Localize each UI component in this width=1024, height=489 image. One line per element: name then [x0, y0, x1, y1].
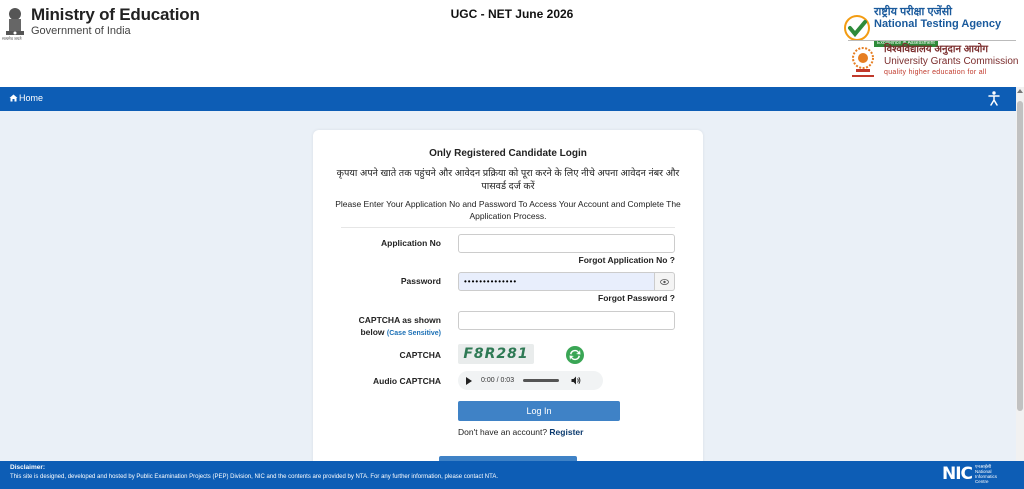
captcha-input-label-line1: CAPTCHA as shown	[358, 315, 441, 325]
audio-captcha-player[interactable]: 0:00 / 0:03	[458, 371, 603, 390]
nav-home-label: Home	[19, 93, 44, 103]
captcha-input-label-line2: below	[360, 327, 385, 337]
home-icon	[9, 94, 18, 102]
application-no-input[interactable]	[458, 234, 675, 253]
scroll-up-arrow-icon[interactable]	[1017, 89, 1023, 93]
password-label: Password	[400, 276, 441, 286]
nta-english-name: National Testing Agency	[874, 18, 1002, 30]
login-instruction-english: Please Enter Your Application No and Pas…	[335, 199, 681, 221]
page-scrollbar[interactable]	[1016, 87, 1024, 461]
scrollbar-thumb[interactable]	[1017, 101, 1023, 411]
ugc-emblem-icon	[852, 47, 874, 77]
eye-icon	[660, 278, 669, 285]
nav-home-link[interactable]: Home	[9, 93, 43, 103]
case-sensitive-note: (Case Sensitive)	[386, 330, 441, 337]
audio-progress-track[interactable]	[523, 379, 560, 382]
site-header: सत्यमेव जयते Ministry of Education Gover…	[0, 0, 1024, 87]
nta-checkmark-icon	[844, 14, 870, 41]
card-separator	[341, 227, 675, 228]
login-card: Only Registered Candidate Login कृपया अप…	[313, 130, 703, 470]
ugc-tagline: quality higher education for all	[884, 69, 987, 76]
password-input[interactable]	[458, 272, 655, 291]
site-footer: Disclaimer: This site is designed, devel…	[0, 461, 1024, 489]
application-no-label: Application No	[381, 238, 441, 248]
disclaimer-title: Disclaimer:	[10, 464, 46, 471]
register-link[interactable]: Register	[549, 427, 583, 437]
nta-logo-block[interactable]: राष्ट्रीय परीक्षा एजेंसी National Testin…	[844, 6, 1001, 49]
captcha-label: CAPTCHA	[399, 350, 441, 360]
ministry-subtitle: Government of India	[31, 25, 131, 37]
toggle-password-visibility-button[interactable]	[655, 272, 675, 291]
emblem-motto: सत्यमेव जयते	[2, 36, 22, 41]
refresh-captcha-icon[interactable]	[565, 345, 585, 365]
login-instruction-hindi: कृपया अपने खाते तक पहुंचने और आवेदन प्रक…	[336, 168, 680, 192]
ugc-hindi-name: विश्वविद्यालय अनुदान आयोग	[884, 44, 989, 55]
signup-prompt: Don't have an account? Register	[458, 427, 583, 437]
login-button[interactable]: Log In	[458, 401, 620, 421]
accessibility-button[interactable]	[988, 91, 1000, 111]
volume-icon[interactable]	[571, 376, 581, 385]
forgot-password-link[interactable]: Forgot Password ?	[525, 293, 675, 303]
top-navbar: Home	[0, 87, 1016, 111]
signup-prompt-text: Don't have an account?	[458, 427, 548, 437]
captcha-input-label: CAPTCHA as shown below (Case Sensitive)	[341, 314, 441, 340]
ugc-logo-block[interactable]: विश्वविद्यालय अनुदान आयोग University Gra…	[846, 44, 1018, 82]
nic-line3: Centre	[975, 479, 989, 484]
nic-logo-mark: NIC	[942, 464, 973, 484]
audio-time: 0:00 / 0:03	[481, 377, 515, 384]
forgot-application-no-link[interactable]: Forgot Application No ?	[525, 255, 675, 265]
play-icon[interactable]	[466, 376, 472, 385]
nic-logo[interactable]: NIC एनआईसी National Informatics Centre	[942, 464, 997, 484]
captcha-text: F8R281	[463, 346, 529, 362]
ugc-english-name: University Grants Commission	[884, 56, 1019, 67]
disclaimer-text: This site is designed, developed and hos…	[10, 474, 499, 480]
logo-divider	[848, 40, 1016, 41]
accessibility-icon	[988, 91, 1000, 106]
audio-captcha-label: Audio CAPTCHA	[373, 376, 441, 386]
login-title: Only Registered Candidate Login	[429, 148, 587, 159]
nta-hindi-name: राष्ट्रीय परीक्षा एजेंसी	[874, 6, 952, 18]
captcha-input[interactable]	[458, 311, 675, 330]
captcha-image: F8R281	[458, 344, 534, 364]
